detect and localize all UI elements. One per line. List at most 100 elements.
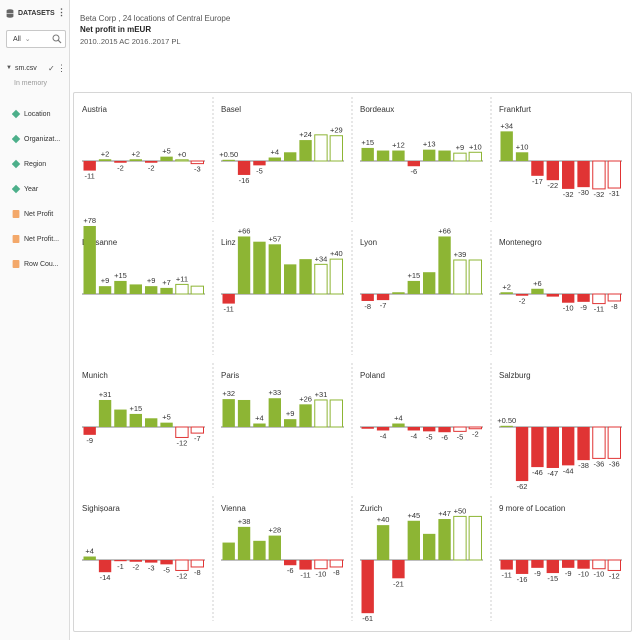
panel: Basel +0.50 -16 -5 +4 +24 +29	[219, 97, 353, 222]
panel: Frankfurt +34 +10 -17 -22 -32 -30 -32 -31	[499, 105, 622, 199]
data-label: -11	[224, 305, 234, 314]
bar	[299, 404, 312, 427]
small-multiples-chart: Austria -11 +2 -2 +2 -2 +5 +0 -3 Basel +0.50 -16 -5 +…	[82, 97, 622, 623]
data-label: -8	[364, 302, 371, 311]
panel: Bordeaux +15 +12 -6 +13 +9 +10	[360, 97, 492, 222]
bar	[145, 418, 158, 427]
bar	[438, 519, 451, 560]
data-label: -11	[300, 571, 310, 580]
bar	[577, 294, 590, 302]
bar	[160, 422, 173, 427]
bar	[546, 560, 559, 574]
bar	[592, 426, 606, 459]
chart-subtitle: Beta Corp , 24 locations of Central Euro…	[80, 14, 231, 23]
data-label: +45	[407, 511, 420, 520]
panel: Lausanne+78+9+15+9 +7 +11	[82, 216, 214, 355]
bar	[129, 284, 142, 294]
dataset-file-item[interactable]: ▼ sm.csv ✓ ⋮	[6, 62, 66, 74]
bar	[376, 150, 390, 161]
bar	[407, 520, 420, 560]
data-label: -11	[502, 571, 512, 580]
bar	[190, 426, 204, 434]
data-label: -30	[578, 188, 589, 197]
panel-title: Linz	[221, 238, 236, 247]
bar	[160, 156, 173, 161]
bar	[546, 427, 559, 468]
data-label: +39	[454, 250, 467, 259]
bar	[592, 559, 606, 570]
data-label: +15	[129, 404, 142, 413]
panel-title: Frankfurt	[499, 105, 532, 114]
data-label: -8	[333, 568, 340, 577]
data-label: -5	[457, 432, 464, 441]
measure-icon	[12, 260, 20, 268]
data-label: +34	[500, 121, 513, 130]
bar	[392, 423, 405, 427]
data-label: -10	[563, 304, 574, 313]
field-item[interactable]: Year	[12, 183, 68, 195]
data-label: -1	[117, 562, 124, 571]
bar	[268, 398, 281, 427]
field-item[interactable]: Net Profit	[12, 208, 68, 220]
dataset-storage-label: In memory	[14, 80, 48, 87]
data-label: -9	[565, 569, 572, 578]
bar	[98, 159, 112, 161]
bar	[361, 147, 374, 161]
more-options-icon[interactable]: ⋮	[57, 6, 66, 18]
data-label: -46	[532, 468, 543, 477]
data-label: -11	[85, 172, 95, 181]
data-label: +31	[99, 390, 112, 399]
bar	[607, 293, 621, 302]
bar	[607, 559, 621, 571]
data-label: +78	[83, 216, 96, 225]
file-options-icon[interactable]: ⋮	[57, 63, 66, 74]
field-label: Net Profit	[24, 210, 54, 218]
bar	[500, 425, 513, 427]
panel-title: 9 more of Location	[499, 504, 565, 513]
bar	[222, 159, 235, 161]
bar	[329, 399, 343, 428]
data-label: -2	[472, 430, 479, 439]
data-label: +4	[255, 414, 264, 423]
bar	[175, 283, 189, 295]
data-label: +2	[502, 282, 511, 291]
bar	[577, 161, 590, 188]
bar	[175, 426, 189, 438]
dataset-filter-select[interactable]: All ⌄	[6, 30, 66, 48]
data-label: -7	[380, 301, 387, 310]
bar	[607, 426, 621, 459]
data-label: -2	[117, 164, 124, 173]
field-item[interactable]: Row Cou...	[12, 258, 68, 270]
bar	[329, 559, 343, 568]
data-label: -12	[609, 571, 620, 580]
field-item[interactable]: Location	[12, 108, 68, 120]
bar	[284, 560, 297, 566]
data-label: -22	[547, 181, 558, 190]
data-label: +10	[516, 142, 529, 151]
data-label: +4	[394, 414, 403, 423]
bar	[190, 285, 204, 295]
bar	[268, 244, 281, 294]
data-label: -10	[578, 570, 589, 579]
bar	[237, 399, 251, 427]
data-label: -9	[534, 569, 541, 578]
data-label: -8	[194, 568, 201, 577]
dataset-file-name: sm.csv	[14, 64, 37, 72]
bar	[190, 160, 204, 165]
data-label: -61	[362, 614, 373, 623]
panel-title: Paris	[221, 371, 239, 380]
data-label: -31	[609, 189, 620, 198]
bar	[531, 161, 544, 176]
data-label: -38	[578, 461, 589, 470]
field-item[interactable]: Net Profit...	[12, 233, 68, 245]
data-label: -2	[132, 563, 139, 572]
collapse-triangle-icon[interactable]: ▼	[6, 65, 12, 71]
field-item[interactable]: Organizat...	[12, 133, 68, 145]
bar	[453, 152, 467, 162]
bar	[438, 427, 451, 433]
chart-period: 2010..2015 AC 2016..2017 PL	[80, 37, 181, 46]
data-label: -47	[547, 469, 558, 478]
search-icon[interactable]	[52, 34, 62, 44]
panel: Poland -4 +4 -4 -5 -6 -5 -2	[360, 363, 492, 488]
field-item[interactable]: Region	[12, 158, 68, 170]
